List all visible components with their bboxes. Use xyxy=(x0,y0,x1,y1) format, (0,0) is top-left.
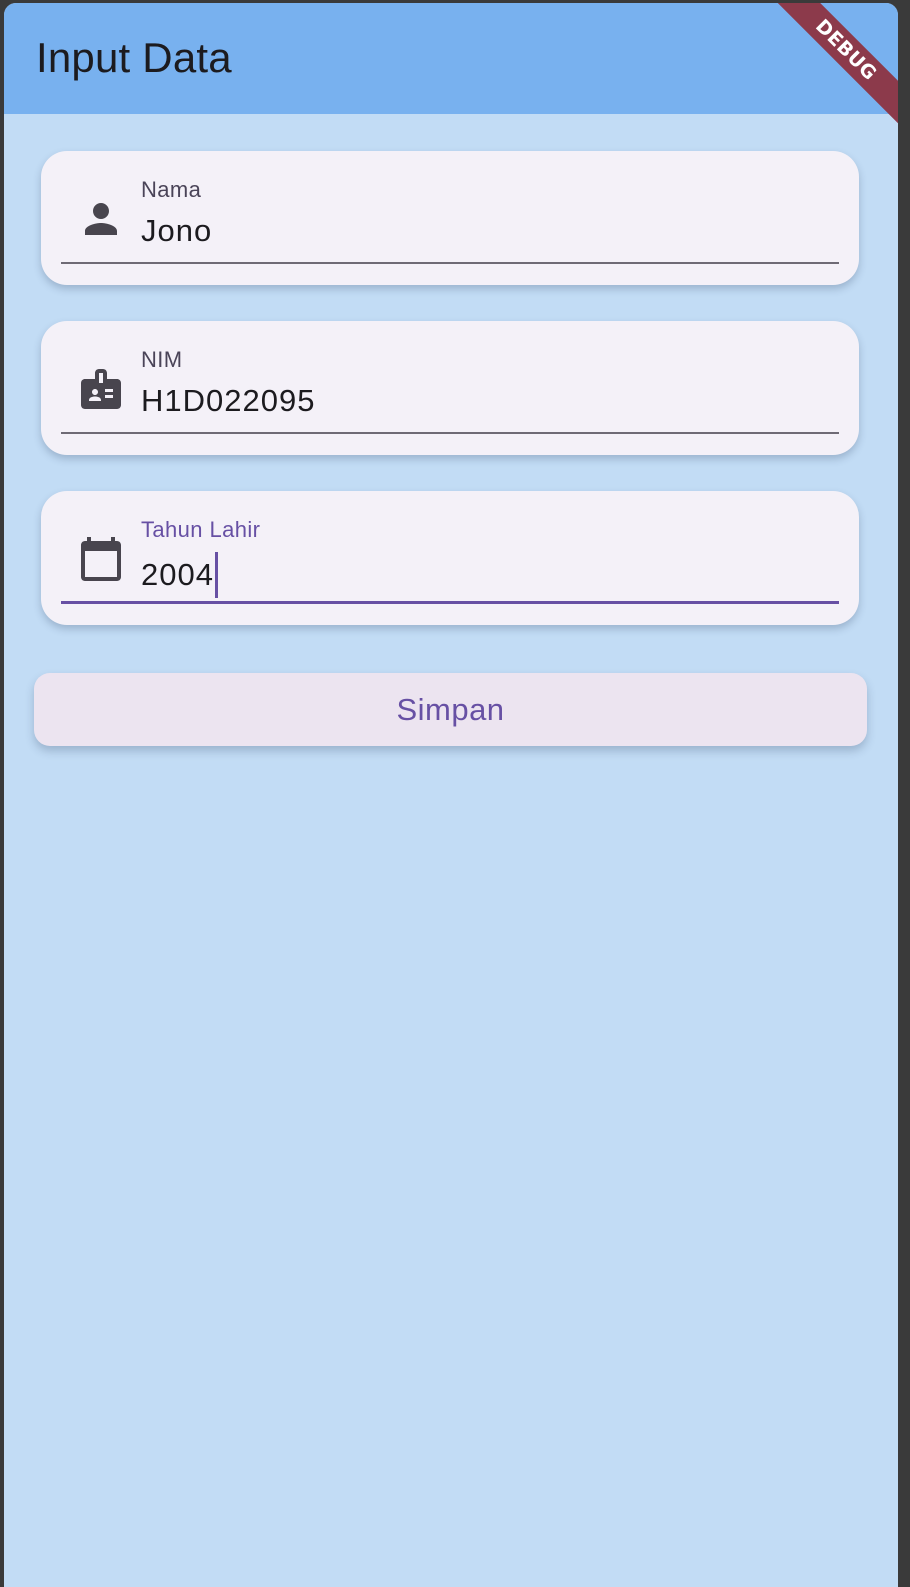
app-screen: Input Data DEBUG Nama Jono NIM H1D022095 xyxy=(4,3,898,1587)
birth-year-input[interactable]: 2004 xyxy=(141,552,218,598)
debug-banner: DEBUG xyxy=(757,3,898,139)
name-underline xyxy=(61,262,839,264)
name-value: Jono xyxy=(141,213,213,248)
birth-year-label: Tahun Lahir xyxy=(141,517,261,542)
text-cursor xyxy=(214,552,218,598)
nim-underline xyxy=(61,432,839,434)
name-label: Nama xyxy=(141,177,202,202)
badge-icon xyxy=(77,365,125,413)
nim-label: NIM xyxy=(141,347,183,372)
birth-year-field[interactable]: Tahun Lahir 2004 xyxy=(41,491,859,625)
nim-field[interactable]: NIM H1D022095 xyxy=(41,321,859,455)
birth-year-value: 2004 xyxy=(141,557,214,592)
name-input[interactable]: Jono xyxy=(141,212,212,250)
nim-input[interactable]: H1D022095 xyxy=(141,382,315,420)
app-bar: Input Data DEBUG xyxy=(4,3,898,139)
name-field[interactable]: Nama Jono xyxy=(41,151,859,285)
page-title: Input Data xyxy=(36,34,232,81)
birth-year-underline xyxy=(61,601,839,604)
calendar-icon xyxy=(77,535,125,583)
nim-value: H1D022095 xyxy=(141,383,316,418)
person-icon xyxy=(77,195,125,243)
save-button[interactable]: Simpan xyxy=(34,673,867,746)
